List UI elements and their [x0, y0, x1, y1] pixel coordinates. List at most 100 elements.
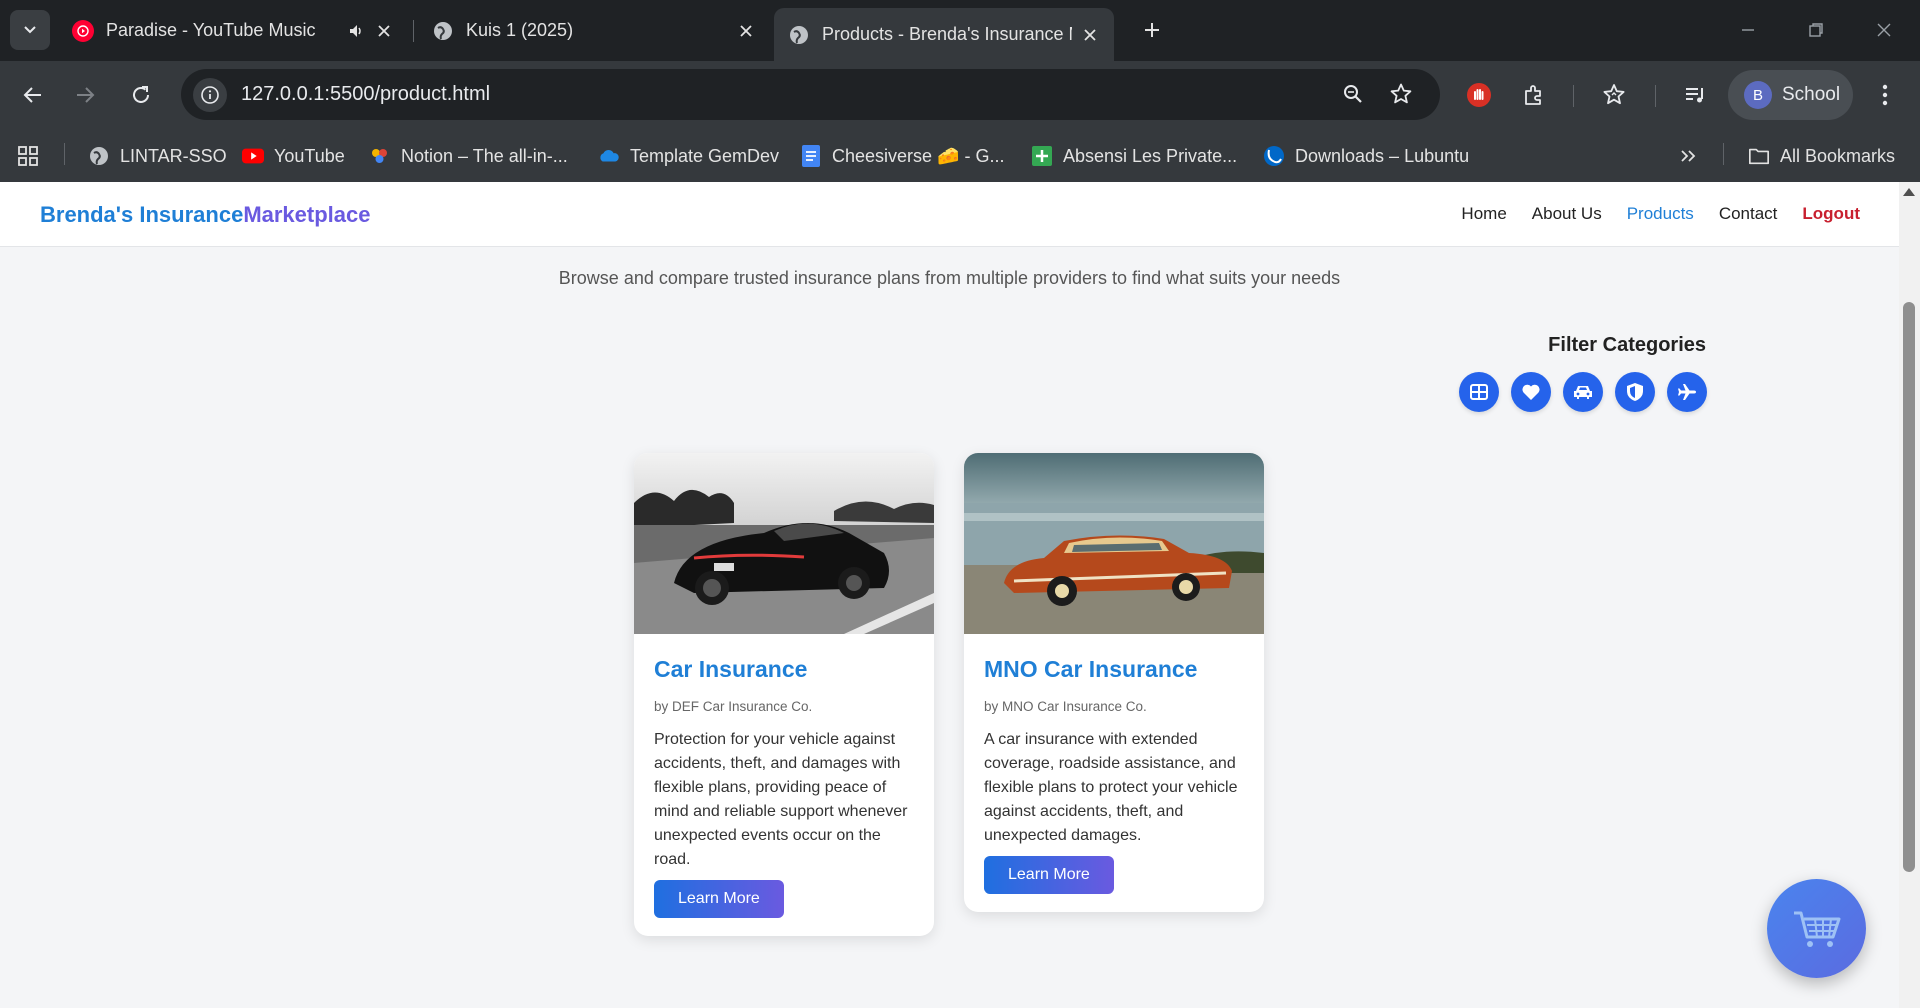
bookmark-label: Absensi Les Private... [1063, 145, 1238, 166]
nav-home[interactable]: Home [1461, 204, 1506, 224]
more-bookmarks-button[interactable] [1677, 141, 1709, 171]
bookmark-label: Downloads – Lubuntu [1295, 145, 1470, 166]
back-button[interactable] [15, 77, 51, 113]
chevron-down-icon [24, 26, 36, 34]
forward-button[interactable] [67, 77, 103, 113]
learn-more-button[interactable]: Learn More [654, 880, 784, 918]
plane-icon [1678, 384, 1696, 400]
nav-contact[interactable]: Contact [1719, 204, 1778, 224]
product-image-car-insurance [634, 453, 934, 634]
zoom-icon[interactable] [1336, 77, 1370, 111]
site-navbar: Brenda's InsuranceMarketplace Home About… [0, 182, 1899, 247]
tab-products[interactable]: Products - Brenda's Insurance M [774, 8, 1114, 61]
filter-all-button[interactable] [1459, 372, 1499, 412]
minimize-button[interactable] [1732, 14, 1764, 46]
tab-title: Kuis 1 (2025) [466, 20, 574, 40]
folder-icon [1748, 145, 1770, 167]
filter-categories-title: Filter Categories [1548, 334, 1706, 356]
arrow-left-icon [23, 87, 41, 103]
new-tab-button[interactable] [1136, 14, 1168, 46]
close-icon [1877, 23, 1891, 37]
globe-icon [88, 145, 110, 167]
site-info-icon[interactable] [193, 77, 227, 112]
address-bar[interactable]: 127.0.0.1:5500/product.html [181, 69, 1440, 120]
double-chevron-right-icon [1677, 145, 1699, 167]
close-icon[interactable] [1080, 25, 1100, 45]
toolbar-divider [1655, 85, 1656, 107]
tab-title: Products - Brenda's Insurance M [822, 24, 1072, 44]
window-close-button[interactable] [1868, 14, 1900, 46]
product-title: MNO Car Insurance [984, 656, 1198, 682]
filter-travel-button[interactable] [1667, 372, 1707, 412]
youtube-icon [242, 145, 264, 167]
product-card: Car Insurance by DEF Car Insurance Co. P… [634, 453, 934, 936]
all-bookmarks-button[interactable]: All Bookmarks [1748, 141, 1895, 171]
profile-name: School [1782, 84, 1841, 105]
onedrive-icon [598, 145, 620, 167]
product-image-mno-car-insurance [964, 453, 1264, 634]
cart-button[interactable] [1767, 879, 1866, 978]
restore-icon [1809, 23, 1823, 37]
tab-kuis[interactable]: Kuis 1 (2025) [418, 8, 770, 53]
avatar: B [1744, 81, 1772, 109]
close-icon[interactable] [374, 21, 394, 41]
scrollbar-thumb[interactable] [1903, 302, 1915, 872]
speaker-icon[interactable] [346, 21, 366, 41]
page-scrollbar[interactable] [1899, 182, 1920, 1008]
bookmark-absensi[interactable]: Absensi Les Private... [1031, 141, 1237, 171]
all-bookmarks-label: All Bookmarks [1780, 145, 1896, 166]
product-title: Car Insurance [654, 656, 808, 682]
reading-list-star-icon[interactable] [1596, 77, 1632, 113]
page-subtitle: Browse and compare trusted insurance pla… [558, 268, 1341, 288]
bookmarks-divider [1723, 143, 1724, 165]
media-control-icon[interactable] [1677, 77, 1713, 113]
url-text[interactable]: 127.0.0.1:5500/product.html [241, 83, 1440, 106]
product-card: MNO Car Insurance by MNO Car Insurance C… [964, 453, 1264, 912]
lubuntu-icon [1263, 145, 1285, 167]
nav-products[interactable]: Products [1627, 204, 1694, 224]
close-icon[interactable] [736, 21, 756, 41]
tab-strip: Paradise - YouTube Music Kuis 1 (2025) P… [0, 0, 1920, 61]
shield-icon [1627, 383, 1643, 401]
learn-more-button[interactable]: Learn More [984, 856, 1114, 894]
bookmark-label: Notion – The all-in-... [401, 145, 568, 166]
minimize-icon [1742, 29, 1754, 31]
nav-logout[interactable]: Logout [1802, 204, 1860, 224]
bookmark-youtube[interactable]: YouTube [242, 141, 345, 171]
reload-button[interactable] [123, 77, 159, 113]
bookmark-label: LINTAR-SSO [120, 145, 227, 166]
plus-icon [1145, 23, 1159, 37]
bookmarks-divider [64, 143, 65, 165]
extension-stop-icon[interactable] [1461, 77, 1497, 113]
bookmark-downloads-lubuntu[interactable]: Downloads – Lubuntu [1263, 141, 1469, 171]
heart-icon [1522, 384, 1540, 400]
bookmark-label: Cheesiverse 🧀 - G... [832, 145, 1005, 166]
toolbar-divider [1573, 85, 1574, 107]
apps-button[interactable] [17, 141, 49, 171]
tab-youtube-music[interactable]: Paradise - YouTube Music [58, 8, 408, 53]
globe-icon [432, 20, 454, 42]
tab-search-button[interactable] [10, 10, 50, 50]
filter-car-button[interactable] [1563, 372, 1603, 412]
bookmark-star-icon[interactable] [1384, 77, 1418, 111]
bookmark-template-gemdev[interactable]: Template GemDev [598, 141, 779, 171]
more-menu-icon[interactable] [1867, 77, 1903, 113]
grid-icon [1470, 384, 1488, 400]
nav-about-us[interactable]: About Us [1532, 204, 1602, 224]
extensions-puzzle-icon[interactable] [1516, 77, 1552, 113]
restore-button[interactable] [1800, 14, 1832, 46]
bookmark-cheesiverse[interactable]: Cheesiverse 🧀 - G... [800, 141, 1004, 171]
page-viewport: Brenda's InsuranceMarketplace Home About… [0, 182, 1899, 1008]
scroll-up-arrow-icon[interactable] [1903, 188, 1915, 196]
sheets-icon [1031, 145, 1053, 167]
site-logo[interactable]: Brenda's InsuranceMarketplace [40, 202, 371, 228]
profile-button[interactable]: B School [1728, 70, 1853, 120]
bookmark-notion[interactable]: Notion – The all-in-... [369, 141, 568, 171]
brand-suffix: Marketplace [243, 202, 371, 227]
filter-protection-button[interactable] [1615, 372, 1655, 412]
bookmark-lintar-sso[interactable]: LINTAR-SSO [88, 141, 227, 171]
filter-health-button[interactable] [1511, 372, 1551, 412]
youtube-music-icon [72, 19, 94, 42]
bookmark-label: YouTube [274, 145, 345, 166]
notion-icon [369, 145, 391, 167]
